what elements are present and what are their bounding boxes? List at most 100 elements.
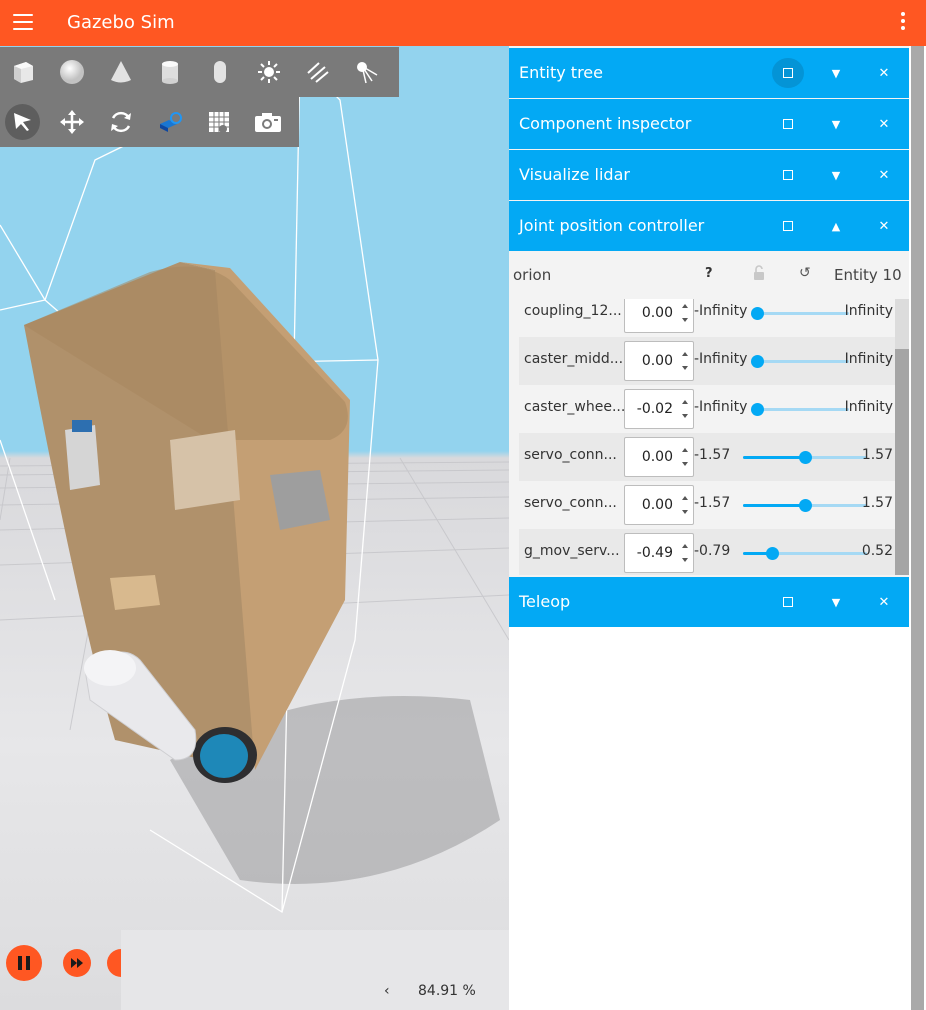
capsule-icon[interactable]	[202, 54, 237, 90]
joint-position-value: -0.49	[636, 545, 673, 561]
close-icon[interactable]: ✕	[868, 160, 900, 190]
joint-controller-body: orion ? ↺ Entity 10 coupling_12... 0.00 …	[509, 251, 909, 576]
joint-name: coupling_12...	[524, 303, 622, 319]
joint-slider[interactable]	[743, 547, 867, 560]
collapse-down-icon[interactable]: ▼	[820, 109, 852, 139]
step-button[interactable]	[63, 949, 91, 977]
maximize-icon[interactable]	[772, 109, 804, 139]
maximize-icon[interactable]	[772, 211, 804, 241]
decrement-icon[interactable]	[682, 462, 688, 466]
box-icon[interactable]	[5, 54, 40, 90]
dock-scrollbar[interactable]	[911, 46, 924, 1010]
panel-title: Component inspector	[519, 114, 692, 133]
joint-slider[interactable]	[743, 451, 867, 464]
joint-slider[interactable]	[751, 307, 849, 320]
increment-icon[interactable]	[682, 352, 688, 356]
joint-list-scrollbar[interactable]	[895, 299, 909, 575]
scene-3d[interactable]	[0, 46, 509, 1010]
collapse-up-icon[interactable]: ▲	[820, 211, 852, 241]
joint-slider-handle[interactable]	[799, 451, 812, 464]
pause-button[interactable]	[6, 945, 42, 981]
close-icon[interactable]: ✕	[868, 58, 900, 88]
joint-position-spinbox[interactable]: -0.49	[624, 533, 694, 573]
decrement-icon[interactable]	[682, 366, 688, 370]
joint-slider-handle[interactable]	[751, 307, 764, 320]
grid-snap-icon[interactable]	[201, 104, 236, 140]
hamburger-menu-icon[interactable]	[13, 14, 33, 32]
collapse-down-icon[interactable]: ▼	[820, 587, 852, 617]
joint-position-spinbox[interactable]: 0.00	[624, 437, 694, 477]
point-light-icon[interactable]	[251, 54, 286, 90]
increment-icon[interactable]	[682, 400, 688, 404]
close-icon[interactable]: ✕	[868, 211, 900, 241]
joint-slider[interactable]	[743, 499, 867, 512]
joint-name: g_mov_serv...	[524, 543, 620, 559]
joint-slider-handle[interactable]	[751, 403, 764, 416]
transform-toolbar	[0, 97, 299, 147]
joint-position-spinbox[interactable]: -0.02	[624, 389, 694, 429]
maximize-icon[interactable]	[772, 587, 804, 617]
joint-slider-fill	[743, 504, 805, 507]
vertical-dots-icon[interactable]	[900, 12, 906, 34]
decrement-icon[interactable]	[682, 510, 688, 514]
joint-slider-handle[interactable]	[765, 547, 779, 560]
joint-min: -Infinity	[694, 399, 748, 415]
panel-component-inspector[interactable]: Component inspector ▼ ✕	[509, 99, 909, 149]
joint-position-spinbox[interactable]: 0.00	[624, 299, 694, 333]
increment-icon[interactable]	[682, 304, 688, 308]
spot-light-icon[interactable]	[350, 54, 385, 90]
real-time-factor: 84.91 %	[418, 983, 476, 999]
panel-entity-tree[interactable]: Entity tree ▼ ✕	[509, 48, 909, 98]
joint-slider-fill	[743, 456, 805, 459]
joint-max: Infinity	[844, 351, 893, 367]
joint-name: servo_conn...	[524, 495, 617, 511]
empty-dock-area	[509, 627, 909, 1010]
screenshot-icon[interactable]	[250, 104, 285, 140]
panel-title: Entity tree	[519, 63, 603, 82]
decrement-icon[interactable]	[682, 318, 688, 322]
collapse-down-icon[interactable]: ▼	[820, 160, 852, 190]
robot-model-render	[0, 59, 509, 914]
joint-slider-handle[interactable]	[799, 499, 812, 512]
decrement-icon[interactable]	[682, 558, 688, 562]
collapse-down-icon[interactable]: ▼	[820, 58, 852, 88]
directional-light-icon[interactable]	[301, 54, 336, 90]
joint-max: 0.52	[861, 543, 893, 559]
joint-name: caster_midd...	[524, 351, 624, 367]
joint-slider-handle[interactable]	[751, 355, 764, 368]
joint-position-value: 0.00	[641, 449, 673, 465]
reset-icon[interactable]: ↺	[799, 265, 811, 281]
joint-slider[interactable]	[751, 355, 849, 368]
increment-icon[interactable]	[682, 448, 688, 452]
panel-joint-position-controller[interactable]: Joint position controller ▲ ✕	[509, 201, 909, 251]
joint-position-spinbox[interactable]: 0.00	[624, 485, 694, 525]
close-icon[interactable]: ✕	[868, 587, 900, 617]
close-icon[interactable]: ✕	[868, 109, 900, 139]
maximize-icon[interactable]	[772, 58, 804, 88]
increment-icon[interactable]	[682, 496, 688, 500]
joint-position-spinbox[interactable]: 0.00	[624, 341, 694, 381]
pause-icon	[18, 956, 30, 970]
cone-icon[interactable]	[104, 54, 139, 90]
translate-icon[interactable]	[54, 104, 89, 140]
expand-stats-chevron-icon[interactable]: ‹	[384, 983, 390, 999]
help-button[interactable]: ?	[705, 266, 713, 281]
lock-icon[interactable]	[752, 265, 766, 285]
rotate-icon[interactable]	[103, 104, 138, 140]
sphere-icon[interactable]	[54, 54, 89, 90]
joint-row: g_mov_serv... -0.49 -0.79 0.52	[519, 529, 895, 575]
panel-visualize-lidar[interactable]: Visualize lidar ▼ ✕	[509, 150, 909, 200]
scrollbar-handle[interactable]	[895, 349, 909, 575]
view-angle-icon[interactable]	[152, 104, 187, 140]
maximize-icon[interactable]	[772, 160, 804, 190]
decrement-icon[interactable]	[682, 414, 688, 418]
select-arrow-icon[interactable]	[5, 104, 40, 140]
joint-row: caster_whee... -0.02 -Infinity Infinity	[519, 385, 895, 433]
cylinder-icon[interactable]	[153, 54, 188, 90]
increment-icon[interactable]	[682, 544, 688, 548]
joint-max: Infinity	[844, 303, 893, 319]
joint-slider[interactable]	[751, 403, 849, 416]
joint-position-value: 0.00	[641, 497, 673, 513]
joint-min: -Infinity	[694, 351, 748, 367]
panel-teleop[interactable]: Teleop ▼ ✕	[509, 577, 909, 627]
